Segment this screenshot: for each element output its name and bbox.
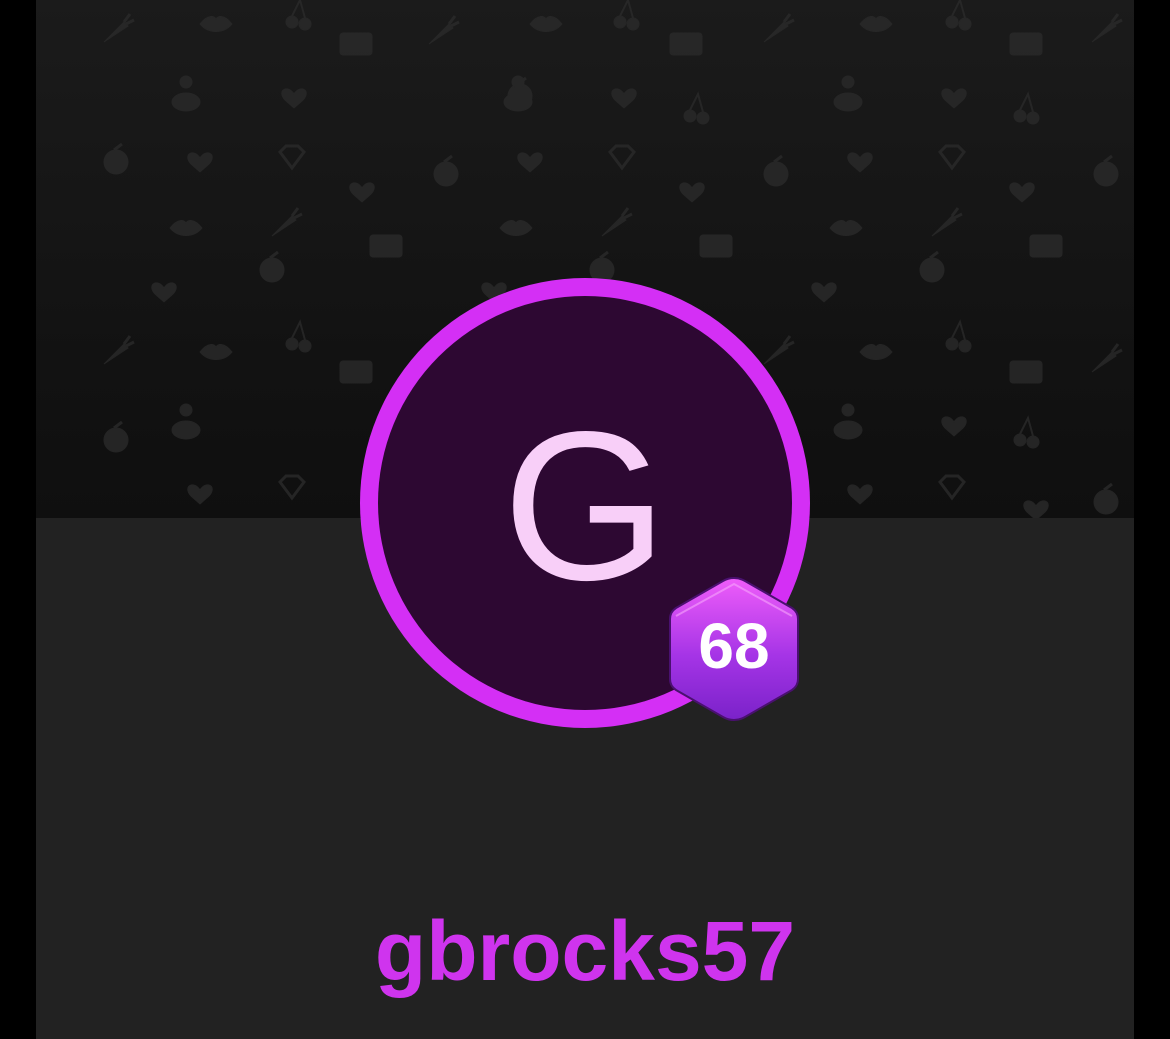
- profile-screen: G 68 gbrocks57: [36, 0, 1134, 1039]
- username: gbrocks57: [374, 904, 796, 998]
- level-badge: 68: [664, 574, 804, 724]
- avatar-initial: G: [502, 387, 668, 624]
- level-number: 68: [698, 610, 770, 682]
